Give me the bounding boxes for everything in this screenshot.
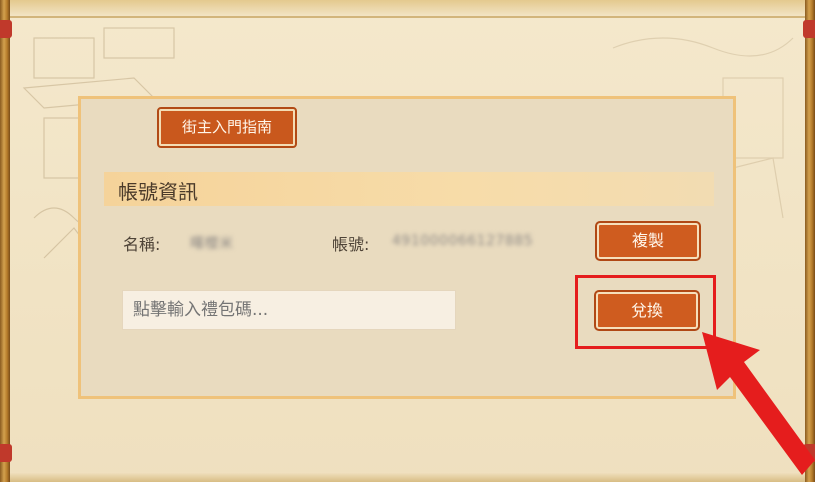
beginner-guide-button[interactable]: 街主入門指南 — [157, 107, 297, 148]
scroll-bottom-edge — [10, 472, 805, 482]
account-id-value: 491000066127885 — [392, 233, 534, 249]
scroll-rod-cap — [0, 444, 12, 462]
redeem-highlight-box — [575, 275, 716, 349]
scroll-rod-cap — [0, 20, 12, 38]
name-value: 曙櫻米 — [190, 236, 234, 252]
scroll-top-edge — [10, 0, 805, 18]
gift-code-input[interactable] — [122, 290, 456, 330]
scroll-rod-cap — [803, 20, 815, 38]
account-id-label: 帳號: — [332, 235, 370, 254]
scroll-rod-left — [0, 0, 12, 482]
name-label: 名稱: — [123, 235, 161, 254]
section-title: 帳號資訊 — [118, 180, 198, 204]
copy-button[interactable]: 複製 — [595, 221, 701, 261]
pointer-arrow-icon — [702, 332, 815, 475]
